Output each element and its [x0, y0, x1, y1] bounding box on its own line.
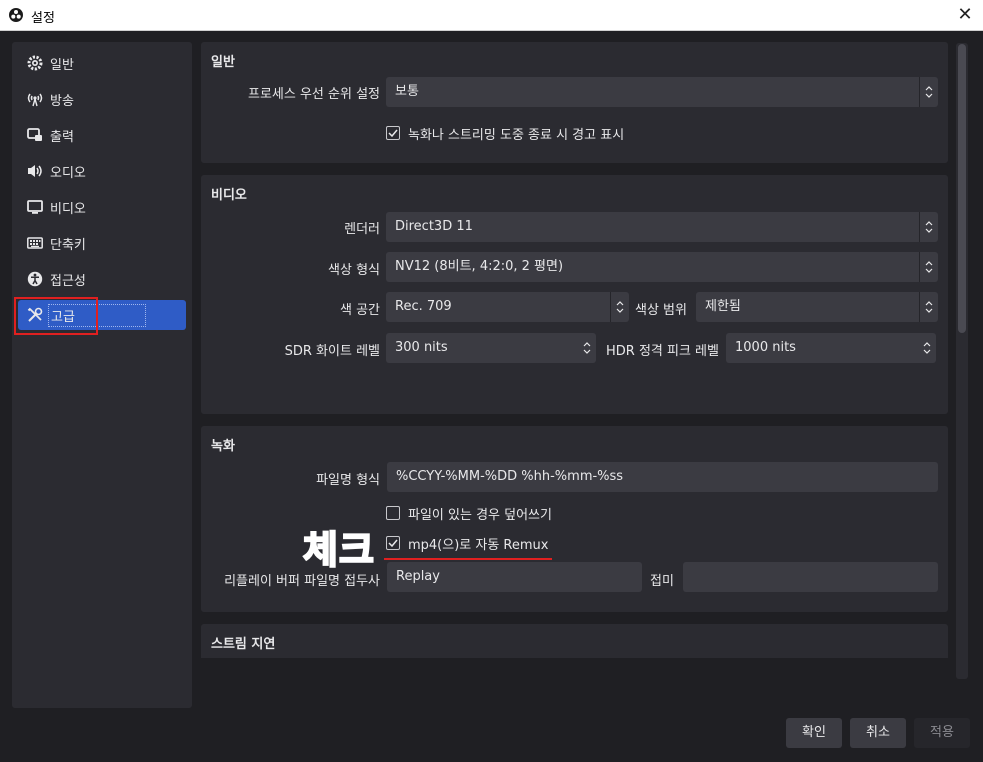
- annotation-label: 체크: [302, 527, 375, 573]
- checkbox-label: mp4(으)로 자동 Remux: [408, 537, 549, 553]
- settings-window-body: 일반 방송 출력 오디오 비디오 단축키 접근성 고급 일반 프로세스 우선 순…: [0, 31, 983, 762]
- suffix-label: 접미: [650, 574, 674, 589]
- hdr-peak-level-value: 1000 nits: [735, 340, 796, 355]
- scrollbar-thumb[interactable]: [958, 44, 966, 333]
- spin-arrows-icon[interactable]: [918, 333, 936, 363]
- color-space-value: Rec. 709: [395, 299, 452, 314]
- settings-sidebar: 일반 방송 출력 오디오 비디오 단축키 접근성 고급: [12, 42, 192, 708]
- sidebar-item-accessibility[interactable]: 접근성: [18, 264, 186, 294]
- sidebar-item-video[interactable]: 비디오: [18, 192, 186, 222]
- color-range-select[interactable]: 제한됨: [696, 292, 938, 322]
- renderer-label: 렌더러: [344, 222, 380, 237]
- sidebar-item-label: 출력: [50, 129, 74, 145]
- sidebar-item-audio[interactable]: 오디오: [18, 156, 186, 186]
- sidebar-item-label: 비디오: [50, 201, 86, 217]
- title-bar: 설정 ✕: [0, 0, 983, 31]
- updown-arrow-icon: [919, 292, 938, 322]
- cancel-button[interactable]: 취소: [850, 718, 906, 748]
- updown-arrow-icon: [610, 292, 629, 322]
- window-title: 설정: [31, 11, 55, 26]
- replay-prefix-input[interactable]: Replay: [387, 562, 642, 592]
- sidebar-item-label: 방송: [50, 93, 74, 109]
- hdr-peak-level-label: HDR 정격 피크 레벨: [606, 344, 719, 359]
- sidebar-item-hotkeys[interactable]: 단축키: [18, 228, 186, 258]
- tools-icon: [26, 306, 44, 324]
- renderer-value: Direct3D 11: [395, 219, 473, 234]
- updown-arrow-icon: [919, 212, 938, 242]
- spin-arrows-icon[interactable]: [578, 333, 596, 363]
- priority-value: 보통: [395, 84, 419, 99]
- close-icon[interactable]: ✕: [953, 3, 977, 27]
- monitor-icon: [26, 198, 44, 216]
- sidebar-item-output[interactable]: 출력: [18, 120, 186, 150]
- checkmark-icon: [386, 126, 400, 140]
- output-icon: [26, 126, 44, 144]
- section-title: 비디오: [211, 188, 247, 203]
- exit-warning-checkbox[interactable]: 녹화나 스트리밍 도중 종료 시 경고 표시: [386, 123, 624, 143]
- color-format-label: 색상 형식: [328, 263, 380, 278]
- section-title: 일반: [211, 55, 235, 70]
- sidebar-item-stream[interactable]: 방송: [18, 84, 186, 114]
- broadcast-icon: [26, 90, 44, 108]
- priority-label: 프로세스 우선 순위 설정: [248, 87, 380, 102]
- replay-prefix-value: Replay: [396, 569, 440, 584]
- overwrite-checkbox[interactable]: 파일이 있는 경우 덮어쓰기: [386, 503, 552, 523]
- sidebar-item-label: 오디오: [50, 165, 86, 181]
- sidebar-item-label: 단축키: [50, 237, 86, 253]
- color-space-label: 색 공간: [339, 303, 380, 318]
- color-format-select[interactable]: NV12 (8비트, 4:2:0, 2 평면): [386, 252, 938, 282]
- sidebar-item-general[interactable]: 일반: [18, 48, 186, 78]
- checkbox-label: 파일이 있는 경우 덮어쓰기: [408, 507, 552, 523]
- color-range-value: 제한됨: [705, 299, 741, 314]
- speaker-icon: [26, 162, 44, 180]
- color-format-value: NV12 (8비트, 4:2:0, 2 평면): [395, 259, 564, 274]
- checkbox-empty-icon: [386, 506, 400, 520]
- keyboard-icon: [26, 234, 44, 252]
- checkbox-label: 녹화나 스트리밍 도중 종료 시 경고 표시: [408, 127, 625, 143]
- gear-icon: [26, 54, 44, 72]
- checkmark-icon: [386, 536, 400, 550]
- renderer-select[interactable]: Direct3D 11: [386, 212, 938, 242]
- filename-format-value: %CCYY-%MM-%DD %hh-%mm-%ss: [396, 469, 624, 484]
- hdr-peak-level-spinbox[interactable]: 1000 nits: [726, 333, 936, 363]
- ok-button[interactable]: 확인: [786, 718, 842, 748]
- sidebar-item-label: 고급: [48, 303, 146, 327]
- filename-format-label: 파일명 형식: [316, 473, 380, 488]
- updown-arrow-icon: [919, 252, 938, 282]
- obs-logo-icon: [9, 8, 23, 22]
- sdr-white-level-value: 300 nits: [395, 340, 448, 355]
- updown-arrow-icon: [919, 77, 938, 107]
- sidebar-item-label: 일반: [50, 57, 74, 73]
- accessibility-icon: [26, 270, 44, 288]
- video-section: 비디오 렌더러 Direct3D 11 색상 형식 NV12 (8비트, 4:2…: [201, 175, 948, 414]
- color-range-label: 색상 범위: [635, 303, 687, 318]
- filename-format-input[interactable]: %CCYY-%MM-%DD %hh-%mm-%ss: [387, 462, 938, 492]
- general-section: 일반 프로세스 우선 순위 설정 보통 녹화나 스트리밍 도중 종료 시 경고 …: [201, 42, 948, 163]
- apply-button[interactable]: 적용: [914, 718, 970, 748]
- sidebar-item-label: 접근성: [50, 273, 86, 289]
- color-space-select[interactable]: Rec. 709: [386, 292, 629, 322]
- annotation-underline: [384, 558, 552, 560]
- section-title: 스트림 지연: [211, 637, 276, 652]
- vertical-scrollbar[interactable]: [956, 43, 968, 679]
- auto-remux-checkbox[interactable]: mp4(으)로 자동 Remux: [386, 533, 548, 553]
- sdr-white-level-spinbox[interactable]: 300 nits: [386, 333, 596, 363]
- suffix-input[interactable]: [683, 562, 938, 592]
- sdr-white-level-label: SDR 화이트 레벨: [284, 344, 380, 359]
- section-title: 녹화: [211, 439, 235, 454]
- sidebar-item-advanced[interactable]: 고급: [18, 300, 186, 330]
- stream-delay-section: 스트림 지연: [201, 624, 948, 658]
- priority-select[interactable]: 보통: [386, 77, 938, 107]
